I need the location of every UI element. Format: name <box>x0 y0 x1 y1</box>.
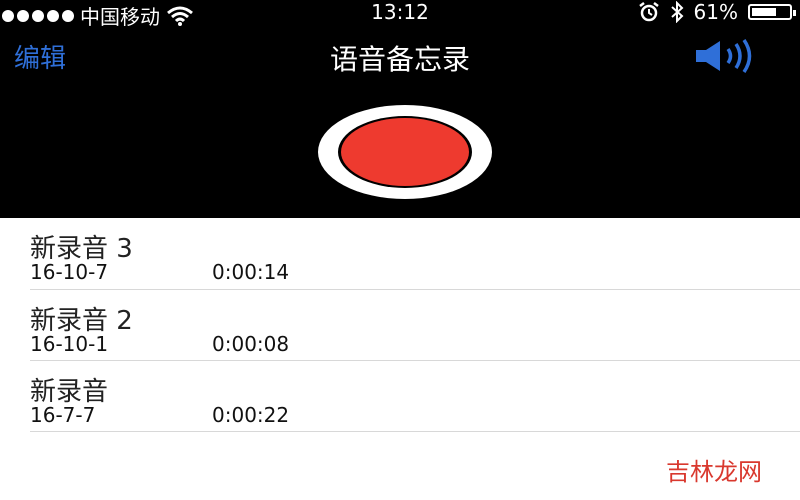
recording-date: 16-10-1 <box>30 332 109 356</box>
recording-duration: 0:00:22 <box>212 403 290 427</box>
record-icon[interactable] <box>341 118 469 186</box>
recording-date: 16-10-7 <box>30 260 109 284</box>
top-panel: 中国移动 13:12 61% 编辑 语音备忘录 <box>0 0 800 218</box>
recording-row-3[interactable]: 新录音 16-7-7 0:00:22 <box>0 361 800 431</box>
battery-icon <box>748 4 796 20</box>
recording-duration: 0:00:08 <box>212 332 290 356</box>
watermark: 吉林龙网 <box>666 458 762 486</box>
recording-row-1[interactable]: 新录音 3 16-10-7 0:00:14 <box>0 218 800 288</box>
status-right: 61% <box>638 0 796 24</box>
page-title: 语音备忘录 <box>329 43 470 76</box>
row-divider <box>30 431 800 432</box>
speaker-button[interactable] <box>692 38 766 74</box>
recording-row-2[interactable]: 新录音 2 16-10-1 0:00:08 <box>0 290 800 360</box>
recording-duration: 0:00:14 <box>212 260 290 284</box>
battery-percent: 61% <box>693 0 738 24</box>
speaker-icon <box>696 39 752 73</box>
bluetooth-icon <box>670 1 683 23</box>
status-bar: 中国移动 13:12 61% <box>0 0 800 29</box>
recording-date: 16-7-7 <box>30 403 96 427</box>
alarm-icon <box>638 2 659 22</box>
